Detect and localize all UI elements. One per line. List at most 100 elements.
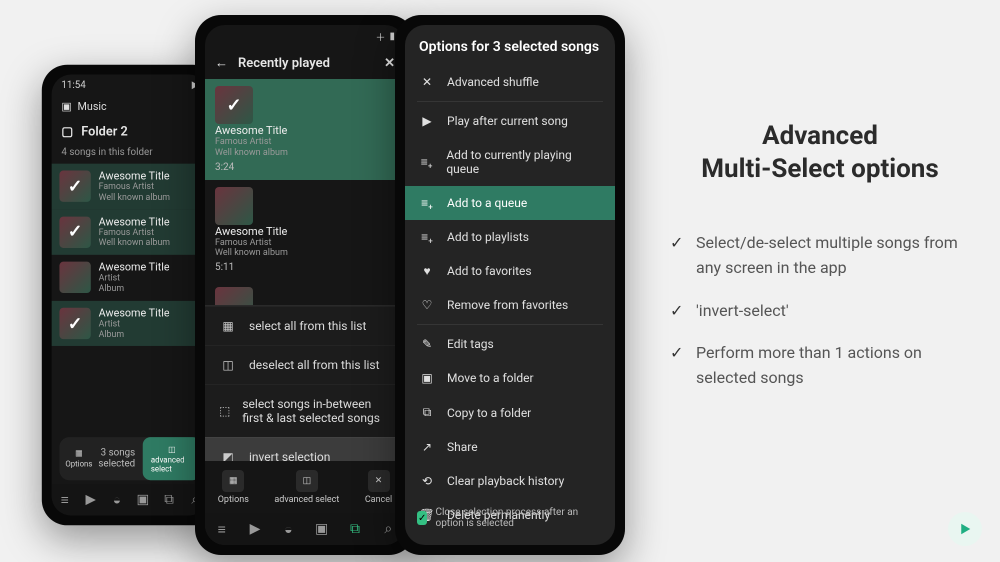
option-item[interactable]: ▶ Play after current song: [405, 104, 615, 138]
option-item[interactable]: ⟲Clear playback history: [405, 464, 615, 498]
shuffle-icon[interactable]: ✕: [384, 56, 395, 71]
option-label: Move to a folder: [447, 371, 534, 385]
option-label: Edit tags: [447, 337, 494, 351]
phone-center: ＋▮ ← Recently played ✕ Awesome Title Fam…: [195, 15, 415, 555]
selection-bar: ▦Options 3 songs selected ◫advanced sele…: [59, 437, 200, 480]
song-row[interactable]: Awesome Title Artist Album: [52, 301, 209, 347]
option-item[interactable]: ✕Advanced shuffle: [405, 65, 615, 99]
library-icon[interactable]: ⧉: [160, 491, 178, 509]
song-title: Awesome Title: [99, 170, 170, 183]
toggle-label: Close selection process after an option …: [435, 507, 603, 529]
option-label: Add to a queue: [447, 196, 527, 210]
option-item[interactable]: ▣ Move to a folder: [405, 361, 615, 395]
options-title: Options for 3 selected songs: [405, 25, 615, 65]
person-icon[interactable]: ◒: [108, 491, 126, 509]
song-album: Well known album: [215, 248, 395, 259]
folder-icon: ▣: [61, 100, 71, 113]
song-artist: Famous Artist: [99, 228, 170, 239]
close-after-toggle[interactable]: ✓ Close selection process after an optio…: [405, 501, 615, 535]
song-album: Well known album: [99, 193, 170, 204]
marketing-copy: AdvancedMulti-Select options Select/de-s…: [670, 120, 970, 409]
option-icon: ▶: [419, 114, 435, 128]
song-title: Awesome Title: [99, 307, 170, 320]
select-icon: ⬚: [219, 404, 230, 418]
song-title: Awesome Title: [99, 215, 170, 228]
select-menu-item[interactable]: ⬚ select songs in-between first & last se…: [205, 384, 405, 437]
option-icon: ≡₊: [419, 155, 434, 169]
album-art: [59, 171, 90, 202]
phone-back: 11:54 ▣ Music ▢ Folder 2 4 songs in this…: [42, 65, 218, 526]
select-icon: ◫: [219, 358, 237, 372]
bottom-nav: ≡ ▶ ◒ ▣ ⧉ ⌕: [205, 513, 405, 545]
sheet-bottom-bar: ▦Options ◫advanced select ✕Cancel: [205, 461, 405, 513]
person-icon[interactable]: ◒: [279, 520, 297, 538]
select-menu-label: select all from this list: [249, 319, 366, 333]
advanced-select-button[interactable]: ◫advanced select: [143, 437, 201, 480]
statusbar: ＋▮: [205, 25, 405, 47]
song-artist: Artist: [99, 274, 170, 285]
headline: AdvancedMulti-Select options: [670, 120, 970, 185]
bottom-nav: ≡ ▶ ◒ ▣ ⧉ ⌕: [52, 484, 209, 515]
cancel-button[interactable]: ✕Cancel: [365, 470, 392, 505]
option-label: Remove from favorites: [447, 298, 568, 312]
add-icon[interactable]: ＋: [375, 29, 385, 44]
song-row[interactable]: Awesome Title Famous Artist Well known a…: [52, 164, 209, 210]
option-item[interactable]: ✎ Edit tags: [405, 327, 615, 361]
queue-icon[interactable]: ≡: [56, 491, 74, 509]
advanced-select-button[interactable]: ◫advanced select: [274, 470, 339, 505]
selection-count: 3 songs selected: [98, 448, 143, 470]
song-row[interactable]: Awesome Title Artist Album: [52, 255, 209, 301]
option-item[interactable]: ⧉Copy to a folder: [405, 395, 615, 430]
album-art: [59, 262, 90, 293]
option-item[interactable]: ≡₊Add to a queue: [405, 186, 615, 220]
song-title: Awesome Title: [99, 261, 170, 274]
select-menu-label: select songs in-between first & last sel…: [242, 397, 391, 425]
folder-icon[interactable]: ▣: [134, 491, 152, 509]
option-icon: ≡₊: [419, 230, 435, 244]
folder-header[interactable]: ▢ Folder 2: [52, 117, 209, 147]
song-duration: 5:11: [215, 262, 234, 273]
album-art: [215, 86, 253, 124]
option-icon: ✎: [419, 337, 435, 351]
select-menu-label: deselect all from this list: [249, 358, 380, 372]
library-icon[interactable]: ⧉: [346, 520, 364, 538]
play-icon[interactable]: ▶: [82, 491, 100, 509]
option-icon: ♡: [419, 298, 435, 312]
option-icon: ▣: [419, 371, 435, 385]
option-icon: ⧉: [419, 405, 435, 420]
option-label: Add to favorites: [447, 264, 532, 278]
options-button[interactable]: ▦Options: [59, 449, 98, 469]
album-art: [215, 187, 253, 225]
option-item[interactable]: ≡₊Add to playlists: [405, 220, 615, 254]
option-label: Play after current song: [447, 114, 568, 128]
option-icon: ⟲: [419, 474, 435, 488]
song-artist: Famous Artist: [99, 182, 170, 193]
bullet-item: 'invert-select': [670, 299, 970, 324]
bullet-item: Select/de-select multiple songs from any…: [670, 231, 970, 281]
folder-title: Folder 2: [81, 124, 127, 139]
option-item[interactable]: ↗Share: [405, 430, 615, 464]
checkbox-icon[interactable]: ✓: [417, 511, 427, 525]
phone-options: Options for 3 selected songs ✕Advanced s…: [395, 15, 625, 555]
option-item[interactable]: ≡₊Add to currently playing queue: [405, 138, 615, 186]
song-row[interactable]: Awesome Title Famous Artist Well known a…: [205, 180, 405, 281]
song-row[interactable]: Awesome Title Famous Artist Well known a…: [205, 79, 405, 180]
song-row[interactable]: Awesome Title Famous Artist Well known a…: [52, 209, 209, 255]
bullet-item: Perform more than 1 actions on selected …: [670, 341, 970, 391]
select-menu-item[interactable]: ▦ select all from this list: [205, 306, 405, 345]
queue-icon[interactable]: ≡: [213, 520, 231, 538]
option-item[interactable]: ♥Add to favorites: [405, 254, 615, 288]
option-icon: ↗: [419, 440, 435, 454]
back-icon[interactable]: ←: [215, 55, 228, 71]
select-icon: ▦: [219, 319, 237, 333]
folder-icon[interactable]: ▣: [313, 520, 331, 538]
app-brand-badge: [948, 512, 982, 546]
options-button[interactable]: ▦Options: [218, 470, 249, 505]
option-item[interactable]: ♡ Remove from favorites: [405, 288, 615, 322]
option-icon: ✕: [419, 75, 435, 89]
song-artist: Famous Artist: [215, 238, 395, 249]
breadcrumb[interactable]: ▣ Music: [52, 96, 209, 117]
song-title: Awesome Title: [215, 124, 395, 137]
select-menu-item[interactable]: ◫ deselect all from this list: [205, 345, 405, 384]
play-icon[interactable]: ▶: [246, 520, 264, 538]
